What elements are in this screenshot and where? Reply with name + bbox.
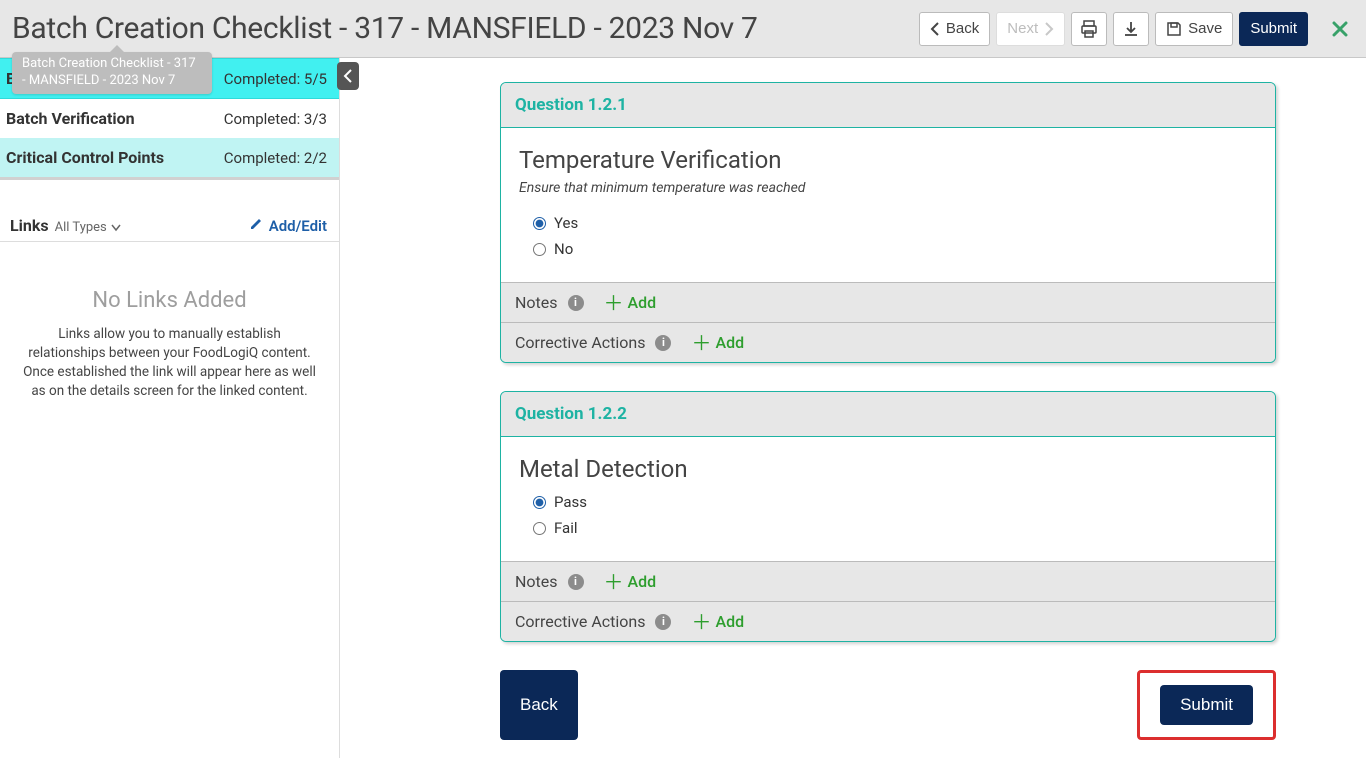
radio-input[interactable] [533, 522, 546, 535]
bottom-back-label: Back [520, 695, 558, 714]
close-icon [1332, 21, 1348, 37]
option-pass[interactable]: Pass [519, 489, 1257, 515]
add-notes-button[interactable]: ＋ Add [604, 572, 657, 591]
header-actions: Back Next Save Submi [919, 12, 1354, 46]
section-status: Completed: 2/2 [224, 149, 327, 167]
add-corrective-action-button[interactable]: ＋ Add [691, 612, 744, 631]
radio-input[interactable] [533, 243, 546, 256]
option-fail[interactable]: Fail [519, 515, 1257, 541]
option-label: No [554, 240, 573, 258]
back-label: Back [946, 20, 979, 37]
question-card: Question 1.2.1 Temperature Verification … [500, 82, 1276, 363]
corrective-actions-row: Corrective Actions i ＋ Add [501, 601, 1275, 641]
section-divider [0, 177, 339, 180]
info-icon: i [655, 335, 671, 351]
section-item-batch-verification[interactable]: Batch Verification Completed: 3/3 [0, 99, 339, 138]
option-label: Yes [554, 214, 578, 232]
notes-label: Notes [515, 572, 558, 591]
notes-label: Notes [515, 293, 558, 312]
corrective-actions-label: Corrective Actions [515, 612, 645, 631]
sidebar: Batch Checklist Completed: 5/5 Batch Ver… [0, 58, 340, 758]
submit-highlight: Submit [1137, 670, 1276, 740]
add-label: Add [715, 333, 744, 352]
close-button[interactable] [1326, 15, 1354, 43]
section-status: Completed: 5/5 [224, 70, 327, 88]
next-button: Next [996, 12, 1065, 46]
corrective-actions-row: Corrective Actions i ＋ Add [501, 322, 1275, 362]
option-label: Pass [554, 493, 587, 511]
question-title: Metal Detection [519, 455, 1257, 483]
links-filter-dropdown[interactable]: All Types [55, 220, 121, 235]
chevron-right-icon [1044, 22, 1054, 36]
option-label: Fail [554, 519, 578, 537]
radio-input[interactable] [533, 496, 546, 509]
breadcrumb-tooltip: Batch Creation Checklist - 317 - MANSFIE… [12, 52, 212, 94]
option-yes[interactable]: Yes [519, 210, 1257, 236]
question-number: Question 1.2.2 [501, 392, 1275, 437]
links-add-edit-label: Add/Edit [269, 217, 327, 235]
back-button[interactable]: Back [919, 12, 990, 46]
chevron-left-icon [930, 22, 940, 36]
download-button[interactable] [1113, 12, 1149, 46]
links-label: Links [10, 216, 49, 235]
next-label: Next [1007, 20, 1038, 37]
add-label: Add [715, 612, 744, 631]
chevron-down-icon [111, 224, 121, 232]
question-title: Temperature Verification [519, 146, 1257, 174]
question-note: Ensure that minimum temperature was reac… [519, 180, 1257, 196]
links-empty-title: No Links Added [0, 288, 339, 313]
add-label: Add [628, 293, 657, 312]
save-button[interactable]: Save [1155, 12, 1233, 46]
notes-row: Notes i ＋ Add [501, 561, 1275, 601]
info-icon: i [568, 295, 584, 311]
add-corrective-action-button[interactable]: ＋ Add [691, 333, 744, 352]
bottom-submit-button[interactable]: Submit [1160, 685, 1253, 725]
section-status: Completed: 3/3 [224, 110, 327, 128]
info-icon: i [568, 574, 584, 590]
option-no[interactable]: No [519, 236, 1257, 262]
save-icon [1166, 21, 1182, 37]
submit-button[interactable]: Submit [1239, 12, 1308, 46]
page-title: Batch Creation Checklist - 317 - MANSFIE… [12, 11, 758, 46]
section-name: Critical Control Points [6, 148, 164, 167]
notes-row: Notes i ＋ Add [501, 282, 1275, 322]
section-item-critical-control-points[interactable]: Critical Control Points Completed: 2/2 [0, 138, 339, 177]
pencil-icon [249, 217, 263, 231]
radio-input[interactable] [533, 217, 546, 230]
main-content: Question 1.2.1 Temperature Verification … [340, 58, 1366, 758]
collapse-sidebar-button[interactable] [337, 62, 359, 90]
bottom-back-button[interactable]: Back [500, 670, 578, 740]
page-header: Batch Creation Checklist - 317 - MANSFIE… [0, 0, 1366, 58]
corrective-actions-label: Corrective Actions [515, 333, 645, 352]
question-number: Question 1.2.1 [501, 83, 1275, 128]
download-icon [1122, 20, 1140, 38]
submit-label: Submit [1250, 20, 1297, 37]
links-add-edit-button[interactable]: Add/Edit [249, 217, 327, 235]
save-label: Save [1188, 20, 1222, 37]
question-card: Question 1.2.2 Metal Detection Pass Fail… [500, 391, 1276, 642]
add-label: Add [628, 572, 657, 591]
add-notes-button[interactable]: ＋ Add [604, 293, 657, 312]
chevron-left-icon [343, 69, 353, 83]
links-filter-value: All Types [55, 220, 107, 235]
links-empty-body: Links allow you to manually establish re… [0, 313, 339, 401]
bottom-nav: Back Submit [500, 670, 1276, 740]
print-icon [1080, 20, 1098, 38]
section-name: Batch Verification [6, 109, 135, 128]
links-header: Links All Types Add/Edit [0, 204, 339, 242]
print-button[interactable] [1071, 12, 1107, 46]
bottom-submit-label: Submit [1180, 695, 1233, 714]
info-icon: i [655, 614, 671, 630]
